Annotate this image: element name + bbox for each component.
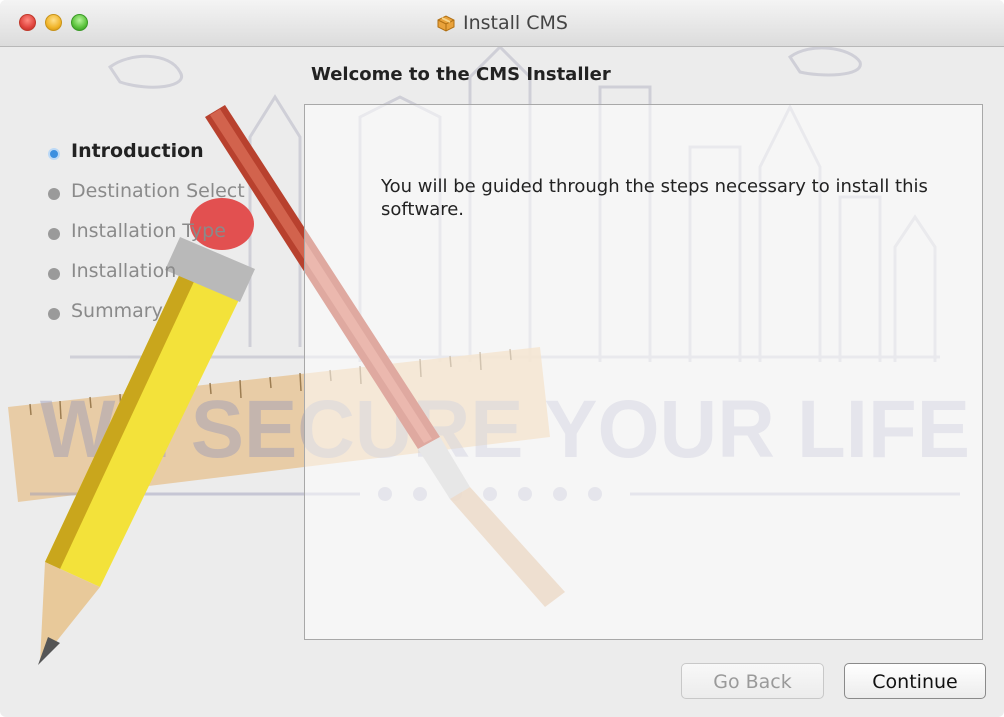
content-panel: You will be guided through the steps nec… bbox=[304, 104, 983, 640]
step-label: Installation bbox=[71, 260, 177, 282]
continue-button[interactable]: Continue bbox=[844, 663, 986, 699]
step-active-indicator bbox=[48, 148, 60, 160]
page-heading: Welcome to the CMS Installer bbox=[311, 64, 611, 85]
installer-window: Install CMS WE Welcome to the CMS Instal… bbox=[0, 0, 1004, 717]
title-bar[interactable]: Install CMS bbox=[0, 0, 1004, 47]
step-label: Destination Select bbox=[71, 180, 245, 202]
step-indicator bbox=[48, 308, 60, 320]
step-indicator bbox=[48, 268, 60, 280]
window-title: Install CMS bbox=[463, 12, 568, 34]
step-label: Introduction bbox=[71, 140, 204, 162]
go-back-button[interactable]: Go Back bbox=[681, 663, 824, 699]
window-title-group: Install CMS bbox=[0, 12, 1004, 34]
package-icon bbox=[436, 14, 456, 32]
step-indicator bbox=[48, 228, 60, 240]
step-indicator bbox=[48, 188, 60, 200]
step-label: Installation Type bbox=[71, 220, 226, 242]
intro-text: You will be guided through the steps nec… bbox=[381, 176, 928, 220]
step-label: Summary bbox=[71, 300, 163, 322]
